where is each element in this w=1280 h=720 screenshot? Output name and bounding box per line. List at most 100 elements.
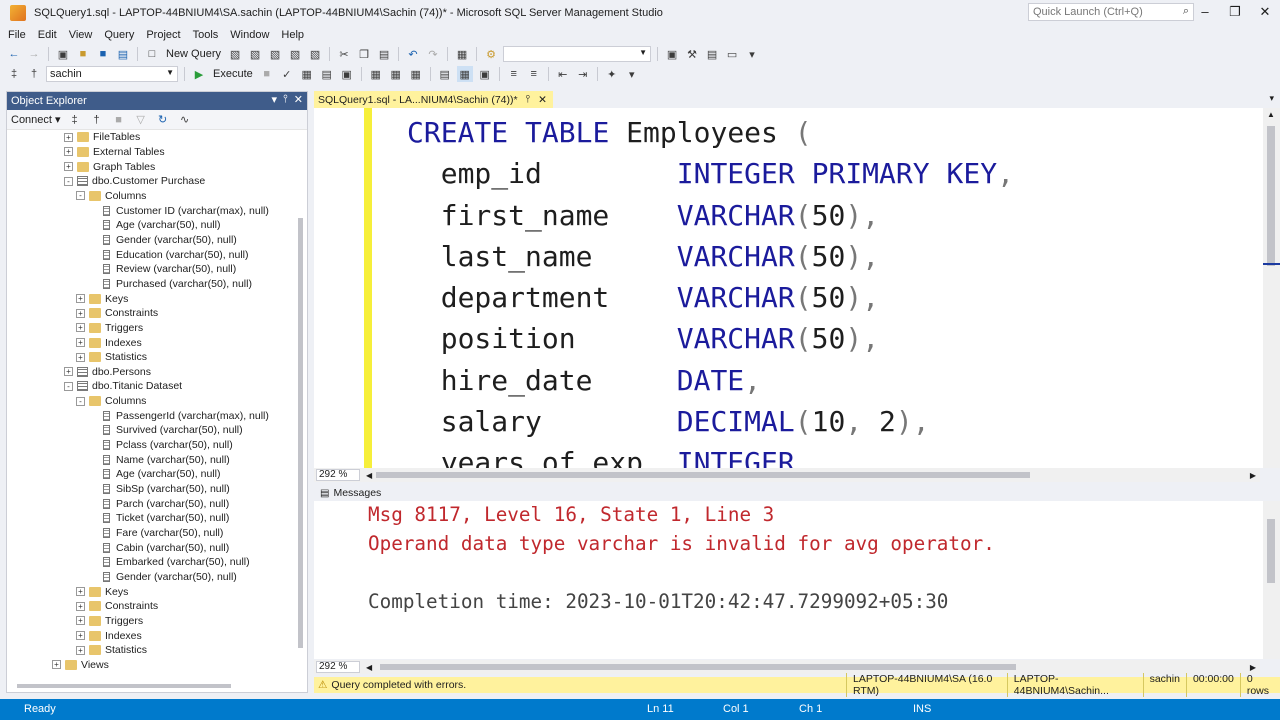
messages-hscroll-thumb[interactable] (380, 664, 1016, 670)
object-explorer-hscroll[interactable] (17, 684, 231, 688)
tree-node[interactable]: - dbo.Titanic Dataset (7, 379, 307, 394)
collapse-icon[interactable]: - (76, 396, 85, 406)
toolbox-icon[interactable]: ▤ (704, 46, 720, 62)
restore-button[interactable]: ❐ (1220, 0, 1250, 24)
msg-scroll-left-icon[interactable]: ◀ (366, 663, 372, 672)
tree-node[interactable]: + FileTables (7, 130, 307, 145)
tree-column-node[interactable]: Cabin (varchar(50), null) (7, 540, 307, 555)
save-icon[interactable]: ■ (95, 46, 111, 62)
menu-view[interactable]: View (65, 29, 101, 41)
uncomment-icon[interactable]: ≡ (526, 66, 542, 82)
tree-column-node[interactable]: PassengerId (varchar(max), null) (7, 408, 307, 423)
tree-column-node[interactable]: Embarked (varchar(50), null) (7, 555, 307, 570)
expand-icon[interactable]: + (76, 352, 85, 362)
tree-column-node[interactable]: Pclass (varchar(50), null) (7, 438, 307, 453)
toolbar2-options-icon[interactable]: ▾ (624, 66, 640, 82)
undo-icon[interactable]: ↶ (405, 46, 421, 62)
collapse-icon[interactable]: - (76, 191, 85, 201)
properties-icon[interactable]: ▣ (664, 46, 680, 62)
window-layout-icon[interactable]: ▭ (724, 46, 740, 62)
tree-node[interactable]: + External Tables (7, 145, 307, 160)
menu-window[interactable]: Window (226, 29, 277, 41)
include-plan-icon[interactable]: ▦ (368, 66, 384, 82)
menu-help[interactable]: Help (277, 29, 312, 41)
collapse-icon[interactable]: - (64, 176, 73, 186)
solution-platform-combo[interactable]: ▼ (503, 46, 652, 62)
increase-indent-icon[interactable]: ⇥ (575, 66, 591, 82)
new-query-icon[interactable]: □ (144, 46, 160, 62)
comment-icon[interactable]: ≡ (506, 66, 522, 82)
dax-query-icon[interactable]: ▧ (307, 46, 323, 62)
tree-column-node[interactable]: Review (varchar(50), null) (7, 262, 307, 277)
tree-column-node[interactable]: Survived (varchar(50), null) (7, 423, 307, 438)
panel-menu-icon[interactable]: ▾ (271, 93, 277, 106)
messages-vscroll[interactable] (1263, 501, 1280, 659)
quick-launch-input[interactable]: Quick Launch (Ctrl+Q) ⌕ (1028, 3, 1194, 21)
db-engine-query-icon[interactable]: ▧ (227, 46, 243, 62)
intellisense-icon[interactable]: ▣ (339, 66, 355, 82)
tree-node[interactable]: + Statistics (7, 643, 307, 658)
minimize-button[interactable]: – (1190, 0, 1220, 24)
menu-file[interactable]: File (4, 29, 34, 41)
expand-icon[interactable]: + (76, 616, 85, 626)
tree-node[interactable]: + Views (7, 658, 307, 673)
tree-node[interactable]: + Triggers (7, 321, 307, 336)
copy-icon[interactable]: ❐ (356, 46, 372, 62)
open-file-icon[interactable]: ■ (75, 46, 91, 62)
new-project-icon[interactable]: ▣ (55, 46, 71, 62)
tree-column-node[interactable]: SibSp (varchar(50), null) (7, 482, 307, 497)
tree-node[interactable]: + Constraints (7, 306, 307, 321)
search-icon[interactable]: ⌕ (1183, 5, 1189, 18)
cancel-query-icon[interactable]: ■ (259, 66, 275, 82)
tree-column-node[interactable]: Fare (varchar(50), null) (7, 526, 307, 541)
tree-column-node[interactable]: Name (varchar(50), null) (7, 452, 307, 467)
panel-close-icon[interactable]: ✕ (294, 93, 303, 106)
editor-hscroll-thumb[interactable] (376, 472, 1030, 478)
solution-config-icon[interactable]: ⚙ (483, 46, 499, 62)
messages-pane[interactable]: Msg 8117, Level 16, State 1, Line 3 Oper… (314, 501, 1280, 659)
save-all-icon[interactable]: ▤ (115, 46, 131, 62)
tree-node[interactable]: + Graph Tables (7, 159, 307, 174)
scroll-right-icon[interactable]: ▶ (1250, 471, 1256, 480)
stop-icon[interactable]: ■ (111, 112, 127, 128)
tree-node[interactable]: + Indexes (7, 628, 307, 643)
expand-icon[interactable]: + (64, 132, 73, 142)
disconnect-icon[interactable]: † (89, 112, 105, 128)
client-stats-icon[interactable]: ▦ (408, 66, 424, 82)
tree-column-node[interactable]: Ticket (varchar(50), null) (7, 511, 307, 526)
dmx-query-icon[interactable]: ▧ (267, 46, 283, 62)
tree-column-node[interactable]: Age (varchar(50), null) (7, 467, 307, 482)
change-connection-icon[interactable]: † (26, 66, 42, 82)
tree-node[interactable]: + Keys (7, 584, 307, 599)
expand-icon[interactable]: + (52, 660, 61, 670)
connect-button[interactable]: Connect ▾ (11, 113, 61, 126)
results-to-text-icon[interactable]: ▤ (437, 66, 453, 82)
tree-node[interactable]: + Keys (7, 291, 307, 306)
tab-overflow-icon[interactable]: ▾ (1269, 93, 1274, 104)
tab-messages[interactable]: ▤ Messages (314, 485, 1280, 501)
scroll-left-icon[interactable]: ◀ (366, 471, 372, 480)
scroll-up-icon[interactable]: ▲ (1267, 110, 1275, 119)
expand-icon[interactable]: + (64, 147, 73, 157)
specify-template-values-icon[interactable]: ✦ (604, 66, 620, 82)
object-explorer-vscroll[interactable] (298, 218, 303, 648)
tab-sqlquery1[interactable]: SQLQuery1.sql - LA...NIUM4\Sachin (74))*… (314, 91, 553, 108)
code-text[interactable]: CREATE TABLE Employees ( emp_id INTEGER … (407, 112, 1014, 468)
tab-close-icon[interactable]: ✕ (538, 94, 547, 106)
filter-icon[interactable]: ▽ (133, 112, 149, 128)
pin-icon[interactable]: ⫯ (283, 93, 288, 106)
object-explorer-tree[interactable]: + FileTables + External Tables + Graph Tables… (7, 130, 307, 680)
live-stats-icon[interactable]: ▦ (388, 66, 404, 82)
collapse-icon[interactable]: - (64, 381, 73, 391)
available-databases-combo[interactable]: sachin ▼ (46, 66, 178, 82)
tree-column-node[interactable]: Age (varchar(50), null) (7, 218, 307, 233)
menu-project[interactable]: Project (142, 29, 188, 41)
close-button[interactable]: ✕ (1250, 0, 1280, 24)
results-to-grid-icon[interactable]: ▦ (456, 66, 473, 82)
paste-icon[interactable]: ▤ (376, 46, 392, 62)
expand-icon[interactable]: + (76, 645, 85, 655)
activity-monitor-icon[interactable]: ▦ (454, 46, 470, 62)
execute-button[interactable]: Execute (211, 68, 255, 80)
results-to-file-icon[interactable]: ▣ (477, 66, 493, 82)
tree-node[interactable]: + dbo.Persons (7, 365, 307, 380)
